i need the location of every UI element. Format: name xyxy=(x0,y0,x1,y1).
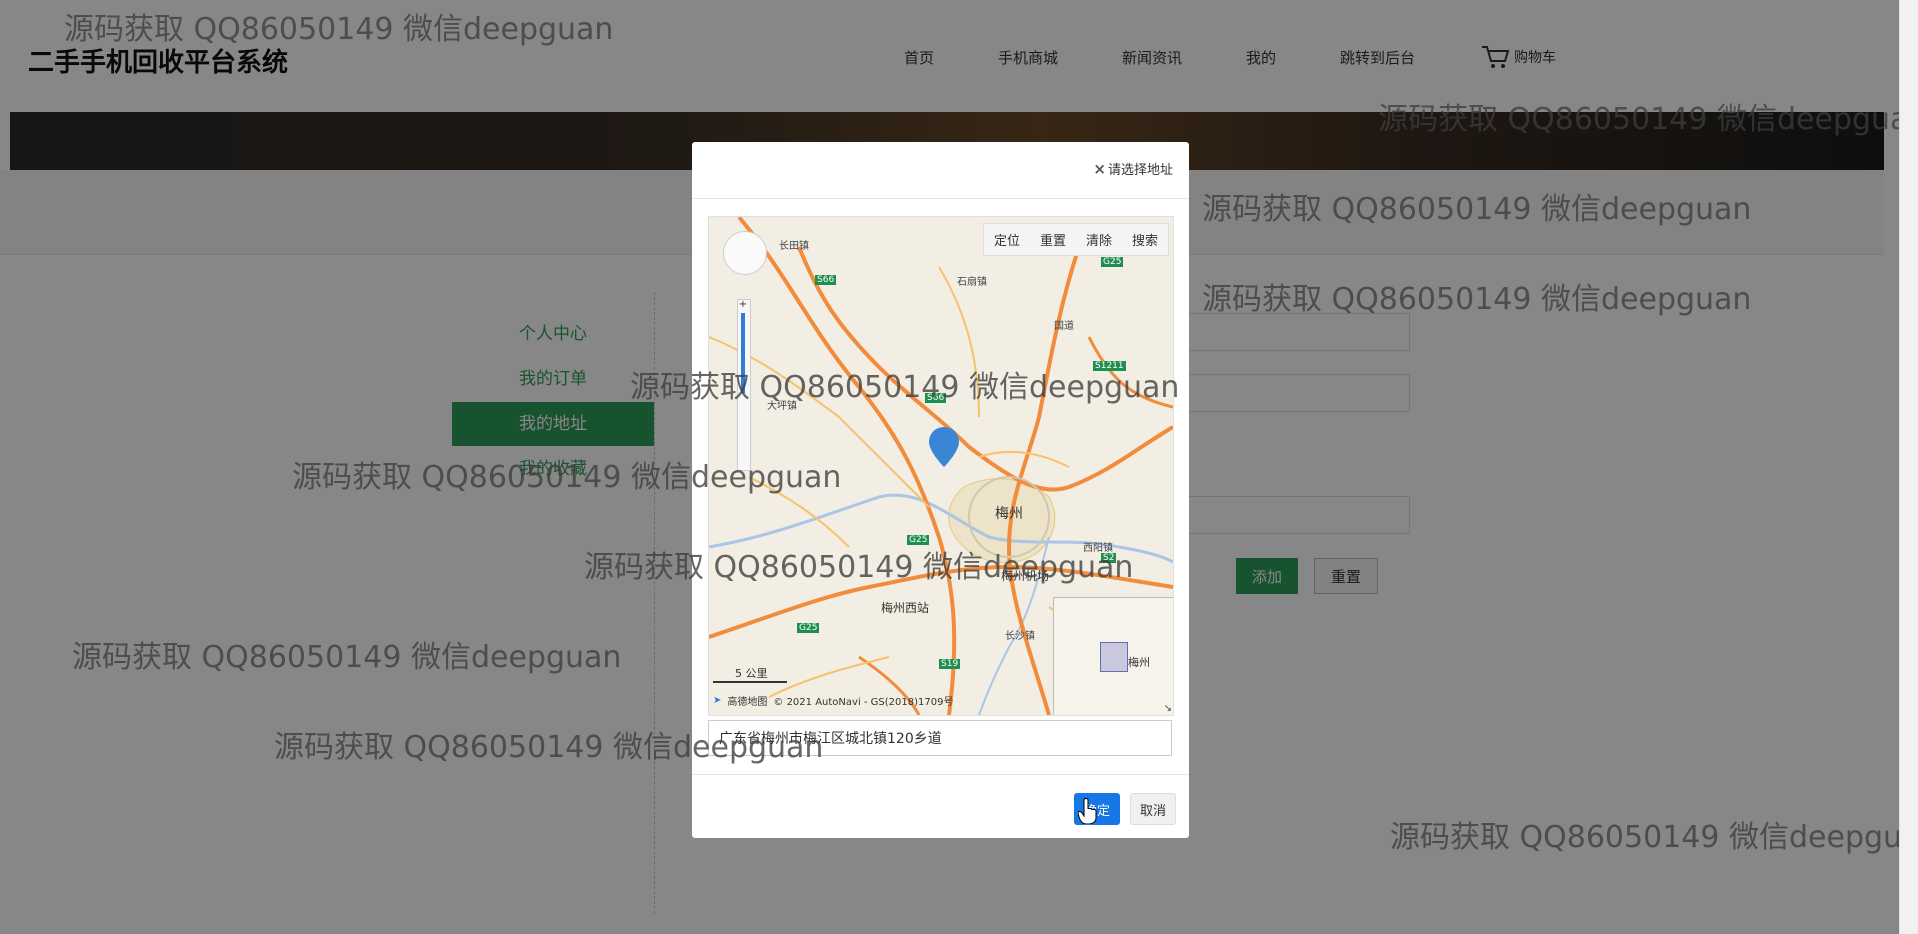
zoom-in-icon[interactable]: + xyxy=(737,299,749,311)
modal-footer: 确定 取消 xyxy=(692,774,1189,839)
map-label: 石扇镇 xyxy=(957,277,987,288)
clear-button[interactable]: 清除 xyxy=(1076,224,1122,255)
locate-button[interactable]: 定位 xyxy=(984,224,1030,255)
hand-cursor-icon xyxy=(1078,798,1097,824)
road-badge: S19 xyxy=(939,659,961,669)
scale-label: 5 公里 xyxy=(735,667,768,680)
reset-map-button[interactable]: 重置 xyxy=(1030,224,1076,255)
close-icon[interactable]: × xyxy=(1093,160,1106,178)
map-label: 梅州机场 xyxy=(1001,569,1050,583)
map-canvas[interactable]: 长田镇 石扇镇 国道 大坪镇 梅州 西阳镇 梅州西站 梅州机场 长沙镇 G25 … xyxy=(708,216,1174,716)
map-toolbar: 定位 重置 清除 搜索 xyxy=(982,223,1169,256)
cancel-button[interactable]: 取消 xyxy=(1130,793,1176,825)
map-label: 梅州 xyxy=(995,506,1023,522)
map-label: 长田镇 xyxy=(779,241,809,252)
road-badge: G25 xyxy=(907,535,930,545)
overview-viewport[interactable] xyxy=(1100,642,1128,672)
map-label: 梅州西站 xyxy=(881,601,930,615)
map-attribution: ➤ 高德地图 © 2021 AutoNavi - GS(2018)1709号 xyxy=(713,693,953,708)
overview-label: 梅州 xyxy=(1128,656,1150,669)
map-provider: 高德地图 xyxy=(727,697,768,708)
modal-title-text: 请选择地址 xyxy=(1107,163,1173,178)
search-button[interactable]: 搜索 xyxy=(1122,224,1168,255)
address-picker-modal: × 请选择地址 长田镇 石扇镇 国道 大坪镇 梅州 西阳镇 梅州西站 梅州机场 … xyxy=(692,142,1189,838)
road-badge: G25 xyxy=(797,623,820,633)
overview-map[interactable]: 梅州 ↘ xyxy=(1053,597,1173,715)
modal-title: × 请选择地址 xyxy=(1093,159,1173,179)
address-field[interactable] xyxy=(708,720,1172,756)
scale-bar: 5 公里 xyxy=(713,665,787,683)
road-badge: S1211 xyxy=(1093,361,1126,371)
modal-header: × 请选择地址 xyxy=(692,142,1189,199)
map-copyright: © 2021 AutoNavi - GS(2018)1709号 xyxy=(773,697,954,708)
map-pan-control[interactable] xyxy=(723,231,767,275)
zoom-level-bar xyxy=(741,313,745,393)
map-label: 西阳镇 xyxy=(1083,543,1113,554)
page-scrollbar[interactable] xyxy=(1899,0,1918,934)
road-badge: S2 xyxy=(1101,553,1117,563)
map-label: 大坪镇 xyxy=(767,401,797,412)
amap-logo-icon: ➤ xyxy=(713,695,722,706)
map-label: 长沙镇 xyxy=(1005,631,1035,642)
road-badge: G25 xyxy=(1101,257,1124,267)
road-badge: S66 xyxy=(925,393,947,403)
map-label: 国道 xyxy=(1054,321,1074,332)
road-badge: S66 xyxy=(815,275,837,285)
resize-icon[interactable]: ↘ xyxy=(1164,703,1172,714)
